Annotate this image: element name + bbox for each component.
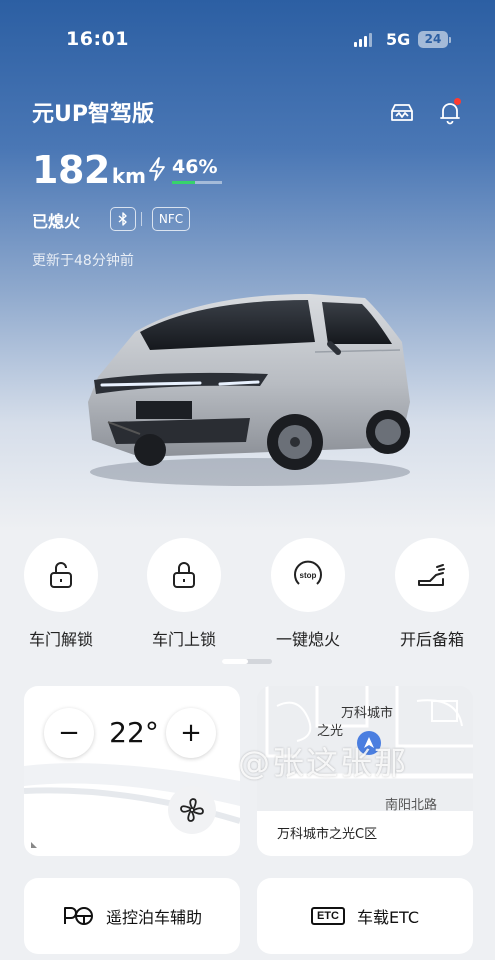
battery-level: 24 bbox=[424, 32, 442, 46]
open-trunk-button[interactable]: 开后备箱 bbox=[382, 538, 482, 650]
page-indicator-active bbox=[222, 659, 248, 664]
last-updated: 更新于48分钟前 bbox=[32, 253, 134, 269]
nfc-label: NFC bbox=[158, 212, 184, 226]
watermark-text: @张这张那 bbox=[238, 744, 409, 782]
car-image bbox=[88, 294, 410, 486]
range-value: 182 bbox=[32, 148, 110, 192]
lock-icon bbox=[173, 562, 195, 588]
vehicle-status-icon[interactable] bbox=[388, 98, 416, 126]
fan-icon bbox=[180, 798, 204, 822]
etc-icon: ETC bbox=[310, 907, 345, 925]
temp-decrease-button[interactable]: − bbox=[44, 708, 94, 758]
card-corner-mark bbox=[31, 842, 37, 848]
range-unit: km bbox=[111, 164, 146, 188]
temperature-value: 22 bbox=[109, 716, 145, 749]
fan-button[interactable] bbox=[168, 786, 216, 834]
engine-stop-label: 一键熄火 bbox=[275, 630, 340, 649]
open-trunk-label: 开后备箱 bbox=[399, 630, 464, 649]
map-poi-label: 万科城市 bbox=[341, 706, 394, 721]
lock-doors-button[interactable]: 车门上锁 bbox=[134, 538, 234, 650]
unlock-button-circle bbox=[24, 538, 98, 612]
bluetooth-icon bbox=[118, 212, 127, 226]
map-address: 万科城市之光C区 bbox=[277, 827, 378, 842]
map-address-bar: 万科城市之光C区 bbox=[257, 811, 473, 856]
charge-bar-fill bbox=[172, 181, 195, 184]
unlock-icon bbox=[50, 562, 72, 588]
trunk-icon bbox=[418, 564, 445, 586]
lightning-icon bbox=[149, 157, 165, 181]
map-poi-sublabel: 之光 bbox=[317, 724, 344, 739]
engine-state: 已熄火 bbox=[32, 212, 81, 231]
unlock-doors-button[interactable]: 车门解锁 bbox=[11, 538, 111, 650]
battery-icon: 24 bbox=[418, 31, 448, 48]
trunk-button-circle bbox=[395, 538, 469, 612]
network-type: 5G bbox=[386, 30, 411, 49]
remote-parking-label: 遥控泊车辅助 bbox=[105, 908, 202, 927]
quick-actions: 车门解锁 车门上锁 stop 一键熄火 开后备箱 bbox=[0, 538, 495, 650]
vehicle-name: 元UP智驾版 bbox=[32, 102, 154, 127]
status-time: 16:01 bbox=[66, 28, 129, 50]
stop-icon-text: stop bbox=[300, 571, 317, 580]
nfc-chip: NFC bbox=[152, 207, 190, 231]
temp-increase-button[interactable]: + bbox=[166, 708, 216, 758]
range-display: 182 km bbox=[32, 148, 146, 192]
bluetooth-chip bbox=[110, 207, 136, 231]
remote-parking-icon bbox=[62, 905, 94, 927]
battery-cap bbox=[449, 37, 451, 43]
charge-bar bbox=[172, 181, 222, 184]
state-divider bbox=[141, 212, 142, 226]
etc-icon-text: ETC bbox=[310, 907, 345, 925]
climate-card[interactable]: − 22° + bbox=[24, 686, 240, 856]
charge-percent: 46% bbox=[172, 156, 218, 178]
page-indicator bbox=[222, 659, 272, 664]
notification-dot bbox=[454, 98, 461, 105]
remote-parking-button[interactable]: 遥控泊车辅助 bbox=[24, 878, 240, 954]
temperature-unit: ° bbox=[144, 716, 159, 749]
stop-button-circle: stop bbox=[271, 538, 345, 612]
temperature-display: 22° bbox=[106, 716, 162, 749]
lock-doors-label: 车门上锁 bbox=[151, 630, 216, 649]
cellular-signal-icon bbox=[354, 33, 374, 47]
status-bar: 16:01 5G 24 bbox=[0, 28, 495, 54]
car-etc-button[interactable]: ETC 车载ETC bbox=[257, 878, 473, 954]
engine-stop-button[interactable]: stop 一键熄火 bbox=[258, 538, 358, 650]
car-etc-label: 车载ETC bbox=[356, 908, 420, 927]
lock-button-circle bbox=[147, 538, 221, 612]
unlock-doors-label: 车门解锁 bbox=[28, 630, 93, 649]
stop-icon: stop bbox=[294, 560, 322, 585]
